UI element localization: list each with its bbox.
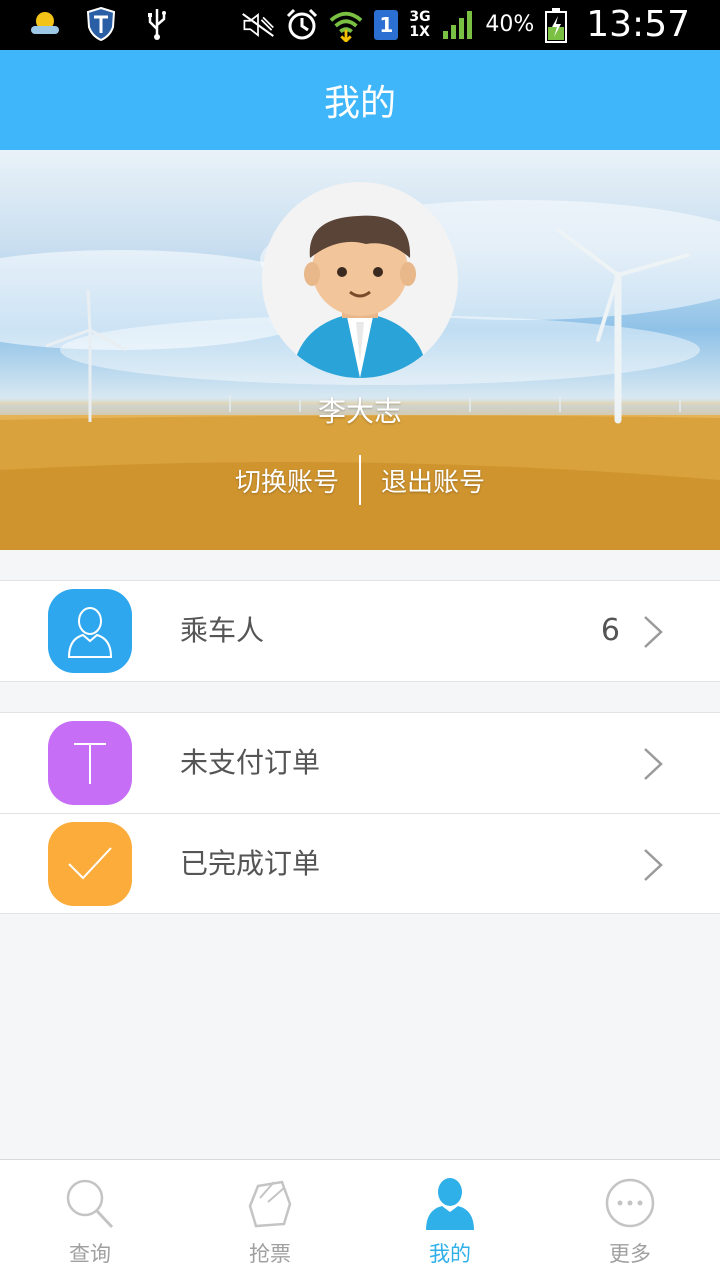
signal-icon (441, 8, 475, 42)
tab-search-label: 查询 (69, 1242, 111, 1266)
clock: 13:57 (586, 4, 690, 45)
switch-account-button[interactable]: 切换账号 (215, 462, 359, 499)
alarm-icon (285, 8, 319, 42)
page-title: 我的 (323, 83, 396, 124)
letter-t-icon (48, 721, 132, 805)
avatar[interactable] (262, 182, 458, 378)
person-icon (48, 589, 132, 673)
orders-group: 未支付订单 已完成订单 (0, 712, 720, 914)
wifi-icon (329, 8, 363, 42)
network-type-bottom: 1X (409, 23, 430, 40)
completed-orders-label: 已完成订单 (180, 847, 321, 880)
tab-grab-tickets-label: 抢票 (249, 1242, 291, 1266)
battery-percent: 40% (485, 12, 535, 37)
title-bar: 我的 (0, 50, 720, 150)
sim-slot-label: 1 (374, 9, 399, 40)
unpaid-orders-row[interactable]: 未支付订单 (0, 713, 720, 813)
tab-search[interactable]: 查询 (0, 1160, 180, 1280)
shield-icon (84, 7, 118, 41)
logout-button[interactable]: 退出账号 (361, 462, 505, 499)
passenger-group: 乘车人 6 (0, 580, 720, 682)
chevron-right-icon (644, 748, 663, 780)
passengers-count: 6 (600, 613, 620, 648)
tab-mine[interactable]: 我的 (360, 1160, 540, 1280)
passengers-label: 乘车人 (180, 614, 265, 647)
profile-icon (426, 1178, 474, 1230)
tab-mine-label: 我的 (429, 1242, 471, 1266)
usb-icon (140, 7, 174, 41)
battery-icon (544, 7, 568, 43)
tab-more-label: 更多 (609, 1242, 651, 1266)
mute-icon (241, 8, 275, 42)
account-actions: 切换账号 退出账号 (0, 455, 720, 505)
ticket-icon (248, 1180, 292, 1228)
cartoon-avatar-icon (292, 215, 428, 378)
tab-more[interactable]: 更多 (540, 1160, 720, 1280)
username: 李大志 (317, 395, 402, 428)
network-type-top: 3G (409, 8, 431, 25)
passengers-row[interactable]: 乘车人 6 (0, 581, 720, 681)
more-icon (605, 1178, 655, 1228)
unpaid-orders-label: 未支付订单 (180, 746, 321, 779)
network-type: 3G 1X (409, 8, 431, 40)
completed-orders-row[interactable]: 已完成订单 (0, 813, 720, 913)
sim-icon: 1 (373, 8, 399, 42)
chevron-right-icon (644, 849, 663, 881)
chevron-right-icon (644, 616, 663, 648)
profile-banner: 李大志 切换账号 退出账号 (0, 150, 720, 550)
tab-grab-tickets[interactable]: 抢票 (180, 1160, 360, 1280)
status-bar: 1 3G 1X 40% 13:57 (0, 0, 720, 50)
checkmark-icon (48, 822, 132, 906)
bottom-tab-bar: 查询 抢票 我的 更多 (0, 1159, 720, 1280)
search-icon (66, 1179, 114, 1229)
weather-icon (28, 7, 62, 41)
